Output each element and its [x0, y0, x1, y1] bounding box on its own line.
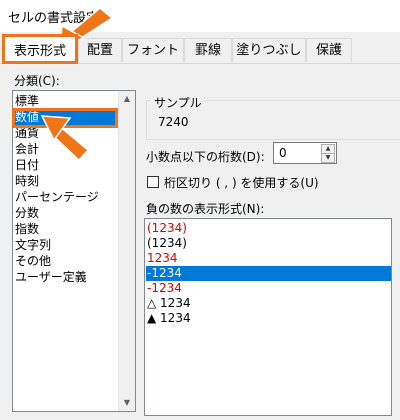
category-item[interactable]: 時刻: [15, 174, 39, 189]
category-item[interactable]: ユーザー定義: [15, 270, 87, 285]
tab-alignment[interactable]: 配置: [78, 38, 122, 62]
scroll-up-icon[interactable]: ▲: [119, 91, 135, 107]
category-item[interactable]: 文字列: [15, 238, 51, 253]
category-label: 分類(C):: [14, 74, 60, 88]
tab-font[interactable]: フォント: [122, 38, 184, 62]
tab-number[interactable]: 表示形式: [2, 34, 78, 64]
scroll-down-icon[interactable]: ▼: [119, 395, 135, 411]
sample-label: サンプル: [150, 94, 206, 111]
negative-format-label: 負の数の表示形式(N):: [146, 202, 265, 216]
decimal-places-stepper[interactable]: 0 ▲ ▼: [273, 142, 337, 164]
negative-format-item[interactable]: ▲ 1234: [147, 311, 191, 326]
negative-format-item[interactable]: △ 1234: [147, 296, 191, 311]
thousands-separator-label[interactable]: 桁区切り ( , ) を使用する(U): [164, 174, 319, 191]
tab-content: 分類(C): 標準 数値 通貨 会計 日付 時刻 パーセンテージ 分数 指数 文…: [0, 64, 400, 420]
highlight-box: [12, 108, 118, 128]
tab-border[interactable]: 罫線: [184, 38, 232, 62]
category-item[interactable]: 分数: [15, 206, 39, 221]
negative-format-item[interactable]: (1234): [147, 236, 187, 251]
decimal-places-value[interactable]: 0: [279, 146, 287, 160]
window-title: セルの書式設定: [8, 11, 100, 26]
category-item[interactable]: 指数: [15, 222, 39, 237]
negative-format-item[interactable]: (1234): [147, 221, 187, 236]
negative-format-item[interactable]: 1234: [147, 251, 178, 266]
negative-format-item[interactable]: -1234: [147, 281, 182, 296]
decimal-places-label: 小数点以下の桁数(D):: [146, 150, 265, 164]
category-item[interactable]: 日付: [15, 158, 39, 173]
negative-format-item-selected[interactable]: -1234: [146, 266, 391, 281]
tab-fill[interactable]: 塗りつぶし: [232, 38, 306, 62]
tab-strip: 表示形式 配置 フォント 罫線 塗りつぶし 保護: [0, 32, 400, 64]
decrement-icon[interactable]: ▼: [321, 153, 335, 163]
category-item[interactable]: その他: [15, 254, 51, 269]
tab-protection[interactable]: 保護: [306, 38, 352, 62]
category-item[interactable]: 通貨: [15, 126, 39, 141]
category-item[interactable]: パーセンテージ: [15, 190, 99, 205]
category-item[interactable]: 会計: [15, 142, 39, 157]
category-scrollbar[interactable]: ▲ ▼: [118, 91, 135, 411]
sample-value: 7240: [158, 115, 189, 129]
thousands-separator-checkbox[interactable]: [147, 176, 159, 188]
category-item[interactable]: 標準: [15, 94, 39, 109]
negative-format-list[interactable]: (1234) (1234) 1234 -1234 -1234 △ 1234 ▲ …: [144, 218, 392, 416]
title-bar: セルの書式設定: [0, 0, 400, 32]
category-list[interactable]: 標準 数値 通貨 会計 日付 時刻 パーセンテージ 分数 指数 文字列 その他 …: [12, 90, 136, 412]
